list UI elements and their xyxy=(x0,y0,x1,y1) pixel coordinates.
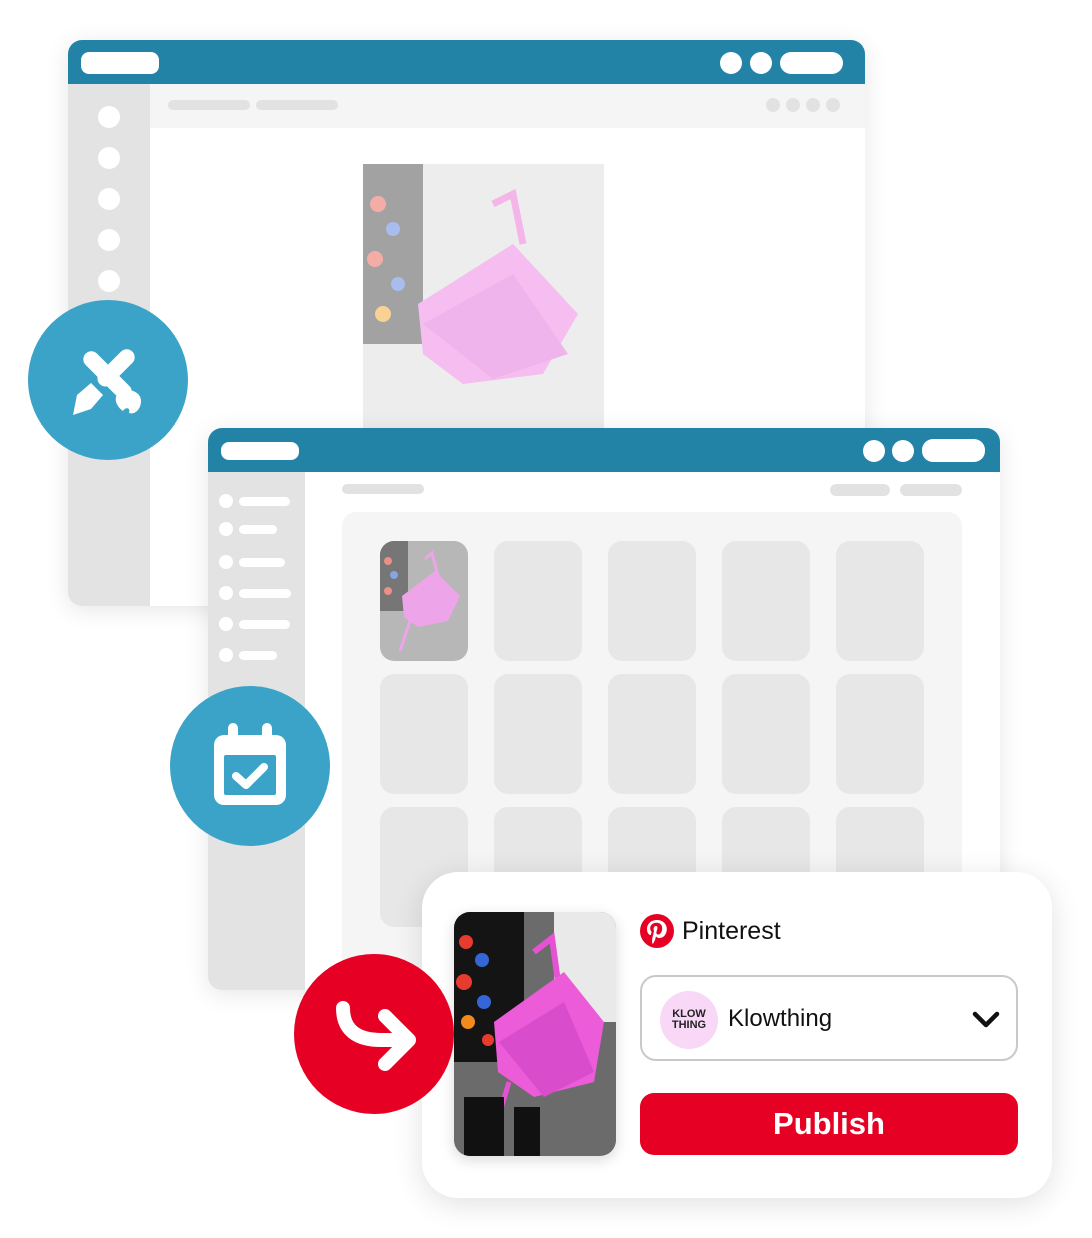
toolbar-button-placeholder[interactable] xyxy=(830,484,890,496)
sidebar-dot[interactable] xyxy=(98,147,120,169)
calendar-slot[interactable] xyxy=(380,674,468,794)
window-control-pill[interactable] xyxy=(780,52,843,74)
calendar-slot[interactable] xyxy=(836,674,924,794)
calendar-slot[interactable] xyxy=(494,674,582,794)
publish-card: Pinterest KLOW THING Klowthing Publish xyxy=(422,872,1052,1198)
page-title-placeholder xyxy=(342,484,424,494)
toolbar-button-placeholder[interactable] xyxy=(900,484,962,496)
calendar-slot[interactable] xyxy=(608,541,696,661)
toolbar-dot[interactable] xyxy=(766,98,780,112)
nav-dot[interactable] xyxy=(219,586,233,600)
account-name: Klowthing xyxy=(728,1005,833,1032)
calendar-slot[interactable] xyxy=(608,674,696,794)
calendar-slot[interactable] xyxy=(722,541,810,661)
calendar-slot[interactable] xyxy=(494,541,582,661)
handbag-photo xyxy=(380,541,468,661)
nav-label-placeholder[interactable] xyxy=(239,525,277,534)
breadcrumb-placeholder xyxy=(256,100,338,110)
sidebar-dot[interactable] xyxy=(98,270,120,292)
pencil-brush-icon xyxy=(73,349,141,415)
nav-dot[interactable] xyxy=(219,494,233,508)
toolbar-dot[interactable] xyxy=(806,98,820,112)
nav-dot[interactable] xyxy=(219,555,233,569)
window-control-dot[interactable] xyxy=(750,52,772,74)
calendar-check-icon xyxy=(214,723,286,805)
publish-badge xyxy=(294,954,454,1114)
breadcrumb-placeholder xyxy=(168,100,250,110)
platform-name: Pinterest xyxy=(682,916,781,945)
sidebar-dot[interactable] xyxy=(98,106,120,128)
window-control-pill[interactable] xyxy=(922,439,985,462)
schedule-badge xyxy=(170,686,330,846)
nav-label-placeholder[interactable] xyxy=(239,651,277,660)
nav-dot[interactable] xyxy=(219,648,233,662)
sidebar-dot[interactable] xyxy=(98,229,120,251)
account-dropdown[interactable]: KLOW THING Klowthing xyxy=(640,975,1018,1061)
scheduled-post-thumbnail[interactable] xyxy=(380,541,468,661)
pinterest-logo-icon xyxy=(640,914,674,948)
design-badge xyxy=(28,300,188,460)
publish-button[interactable]: Publish xyxy=(640,1093,1018,1155)
curved-arrow-right-icon xyxy=(336,1001,416,1071)
nav-label-placeholder[interactable] xyxy=(239,620,290,629)
canvas-image[interactable] xyxy=(363,164,604,434)
account-avatar: KLOW THING xyxy=(660,991,718,1049)
nav-dot[interactable] xyxy=(219,617,233,631)
window-title-placeholder xyxy=(221,442,299,460)
calendar-slot[interactable] xyxy=(836,541,924,661)
toolbar-dot[interactable] xyxy=(826,98,840,112)
scheduler-titlebar xyxy=(208,428,1000,472)
nav-dot[interactable] xyxy=(219,522,233,536)
handbag-photo xyxy=(363,164,604,434)
calendar-slot[interactable] xyxy=(722,674,810,794)
window-control-dot[interactable] xyxy=(720,52,742,74)
nav-label-placeholder[interactable] xyxy=(239,589,291,598)
window-title-placeholder xyxy=(81,52,159,74)
toolbar-dot[interactable] xyxy=(786,98,800,112)
nav-label-placeholder[interactable] xyxy=(239,558,285,567)
platform-header: Pinterest xyxy=(640,914,781,948)
nav-label-placeholder[interactable] xyxy=(239,497,290,506)
editor-titlebar xyxy=(68,40,865,84)
chevron-down-icon[interactable] xyxy=(972,1011,1000,1029)
sidebar-dot[interactable] xyxy=(98,188,120,210)
window-control-dot[interactable] xyxy=(863,440,885,462)
avatar-text-line2: THING xyxy=(671,1019,707,1031)
handbag-photo xyxy=(454,912,616,1156)
post-image[interactable] xyxy=(454,912,616,1156)
editor-toolbar xyxy=(150,84,865,128)
window-control-dot[interactable] xyxy=(892,440,914,462)
